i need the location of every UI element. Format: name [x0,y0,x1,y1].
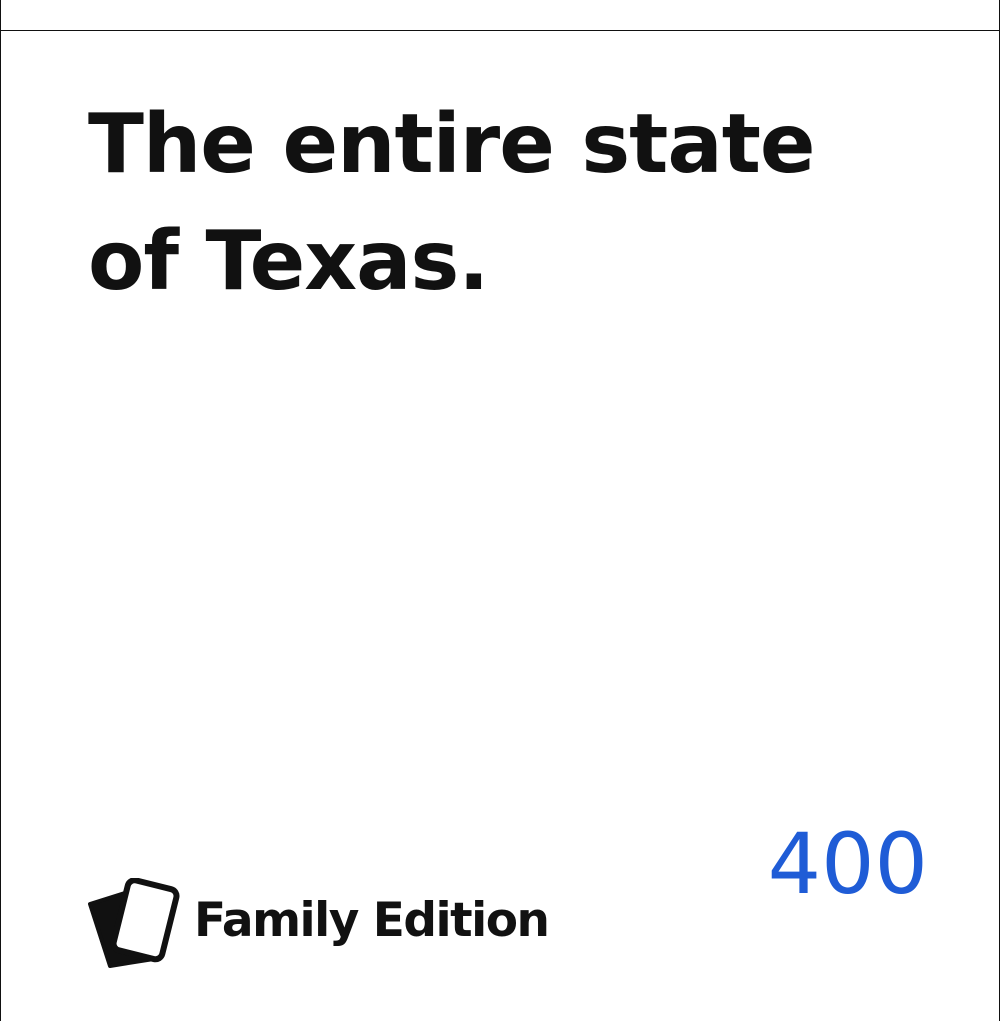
card-edge-left-top [0,0,1,31]
brand-name: Family Edition [194,893,550,948]
card-stack-icon [88,878,180,968]
brand: Family Edition [88,878,550,968]
card-text: The entire state of Texas. [88,97,816,309]
card-score: 400 [767,815,928,913]
